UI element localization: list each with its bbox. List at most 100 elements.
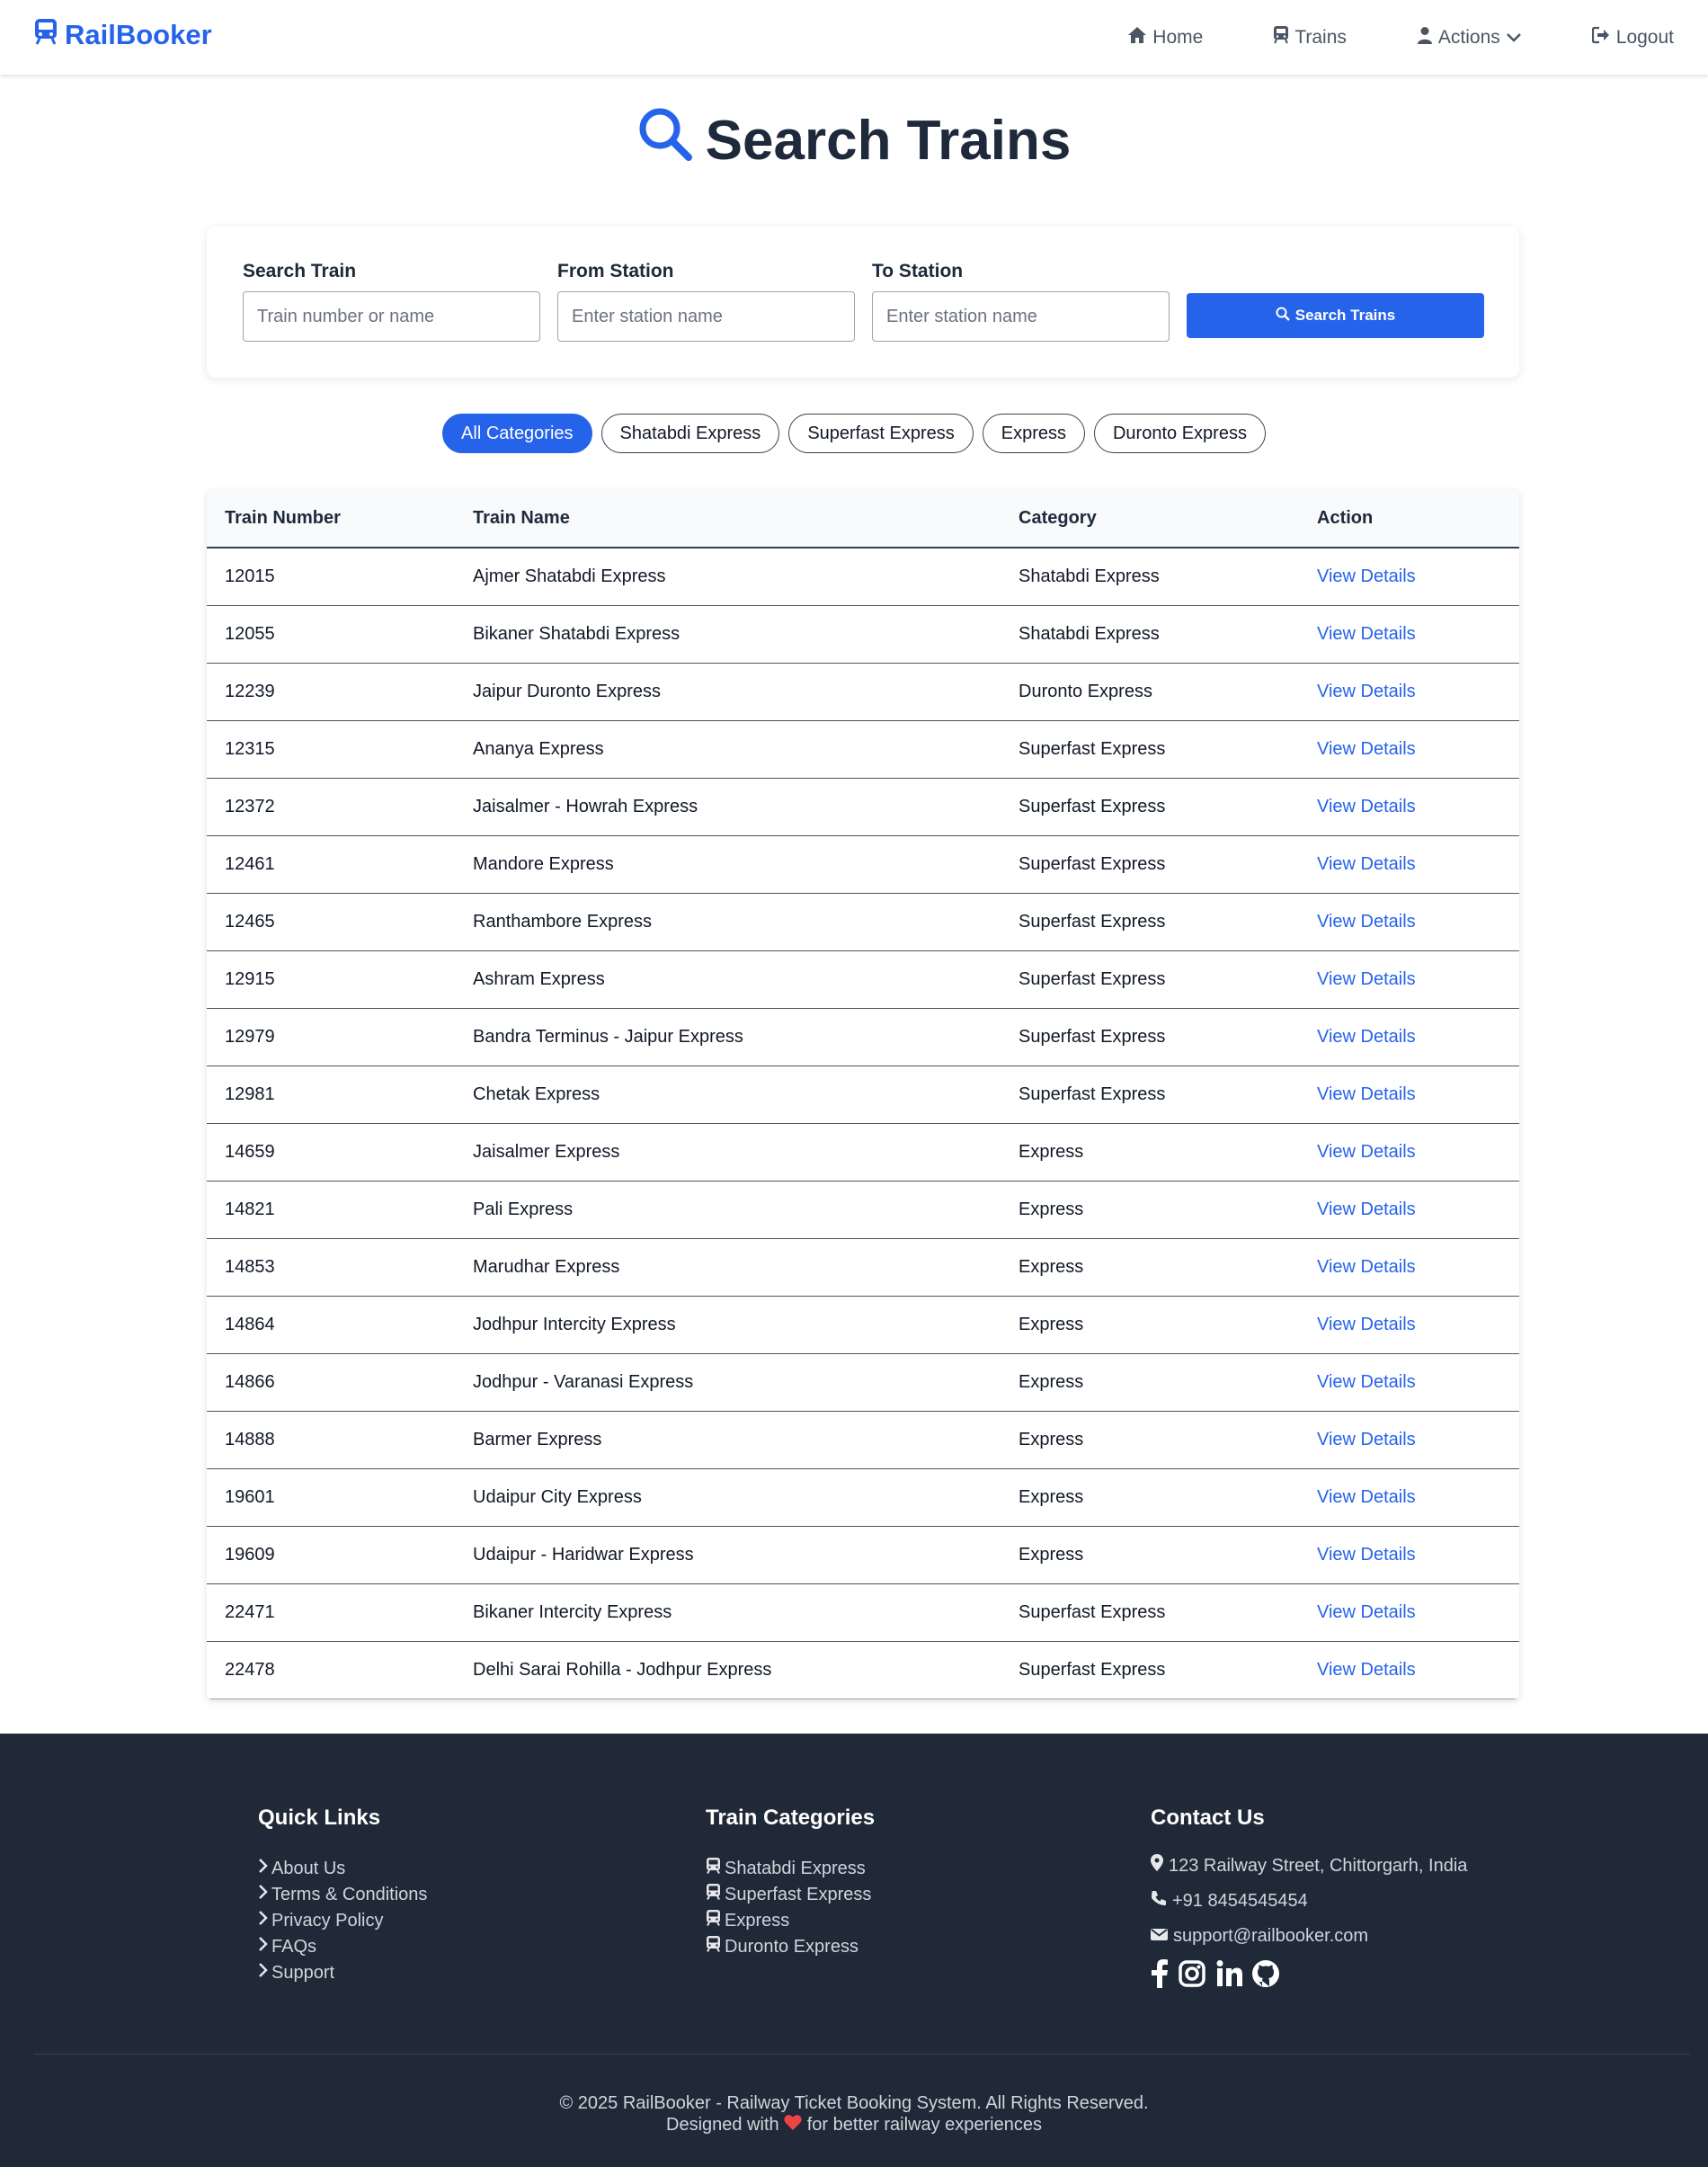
footer-category-label: Superfast Express — [725, 1885, 872, 1904]
footer-quick-links: Quick Links About Us Terms & Conditions Pr… — [258, 1806, 427, 1986]
table-row: 14821 Pali Express Express View Details — [207, 1181, 1519, 1239]
train-category-cell: Express — [1001, 1238, 1299, 1297]
footer-link-faqs[interactable]: FAQs — [258, 1934, 427, 1960]
train-category-cell: Superfast Express — [1001, 835, 1299, 894]
footer-category-express[interactable]: Express — [706, 1908, 875, 1934]
footer-link-privacy-policy[interactable]: Privacy Policy — [258, 1908, 427, 1934]
view-details-link[interactable]: View Details — [1317, 969, 1416, 989]
view-details-link[interactable]: View Details — [1317, 1315, 1416, 1334]
view-details-link[interactable]: View Details — [1317, 1430, 1416, 1449]
footer-category-label: Shatabdi Express — [725, 1859, 866, 1878]
action-cell: View Details — [1299, 605, 1519, 664]
table-header-row: Train Number Train Name Category Action — [207, 490, 1519, 548]
action-cell: View Details — [1299, 1238, 1519, 1297]
view-details-link[interactable]: View Details — [1317, 797, 1416, 816]
footer-category-shatabdi-express[interactable]: Shatabdi Express — [706, 1856, 875, 1882]
view-details-link[interactable]: View Details — [1317, 1602, 1416, 1622]
category-chip-express[interactable]: Express — [982, 414, 1085, 453]
to-station-field: To Station — [872, 261, 1170, 342]
to-station-input[interactable] — [872, 291, 1170, 342]
train-category-cell: Shatabdi Express — [1001, 605, 1299, 664]
brand-logo[interactable]: RailBooker — [34, 18, 212, 52]
table-row: 14888 Barmer Express Express View Details — [207, 1411, 1519, 1469]
category-chip-superfast-express[interactable]: Superfast Express — [788, 414, 974, 453]
train-name-cell: Udaipur City Express — [455, 1468, 1001, 1527]
navbar: RailBooker Home Trains Actions Logout — [0, 0, 1708, 75]
train-name-cell: Ashram Express — [455, 950, 1001, 1009]
train-category-cell: Express — [1001, 1353, 1299, 1412]
phone-icon — [1151, 1884, 1167, 1919]
train-number-cell: 12465 — [207, 893, 455, 951]
train-name-cell: Mandore Express — [455, 835, 1001, 894]
train-icon — [34, 18, 58, 52]
train-icon — [706, 1882, 721, 1908]
view-details-link[interactable]: View Details — [1317, 1660, 1416, 1680]
nav-home[interactable]: Home — [1127, 26, 1203, 49]
view-details-link[interactable]: View Details — [1317, 624, 1416, 644]
view-details-link[interactable]: View Details — [1317, 1487, 1416, 1507]
train-category-cell: Express — [1001, 1296, 1299, 1354]
header-category: Category — [1001, 490, 1299, 548]
view-details-link[interactable]: View Details — [1317, 1545, 1416, 1565]
train-category-cell: Express — [1001, 1181, 1299, 1239]
nav-logout[interactable]: Logout — [1591, 26, 1674, 49]
linkedin-icon[interactable] — [1215, 1959, 1242, 1993]
view-details-link[interactable]: View Details — [1317, 1372, 1416, 1392]
action-cell: View Details — [1299, 1066, 1519, 1124]
view-details-link[interactable]: View Details — [1317, 1142, 1416, 1162]
facebook-icon[interactable] — [1151, 1959, 1169, 1993]
table-row: 12015 Ajmer Shatabdi Express Shatabdi Expr… — [207, 548, 1519, 606]
view-details-link[interactable]: View Details — [1317, 739, 1416, 759]
category-chip-duronto-express[interactable]: Duronto Express — [1093, 414, 1266, 453]
train-name-cell: Marudhar Express — [455, 1238, 1001, 1297]
view-details-link[interactable]: View Details — [1317, 682, 1416, 701]
social-links — [1151, 1959, 1467, 1993]
footer-link-about-us[interactable]: About Us — [258, 1856, 427, 1882]
chevron-right-icon — [258, 1960, 268, 1986]
train-icon — [706, 1934, 721, 1960]
github-icon[interactable] — [1251, 1959, 1280, 1993]
table-row: 12981 Chetak Express Superfast Express View… — [207, 1066, 1519, 1124]
footer-link-terms-conditions[interactable]: Terms & Conditions — [258, 1882, 427, 1908]
chevron-right-icon — [258, 1856, 268, 1882]
footer-link-support[interactable]: Support — [258, 1960, 427, 1986]
footer-category-superfast-express[interactable]: Superfast Express — [706, 1882, 875, 1908]
train-number-cell: 14866 — [207, 1353, 455, 1412]
instagram-icon[interactable] — [1178, 1959, 1206, 1993]
footer-category-duronto-express[interactable]: Duronto Express — [706, 1934, 875, 1960]
nav-trains[interactable]: Trains — [1273, 25, 1347, 49]
category-chip-all-categories[interactable]: All Categories — [442, 414, 592, 453]
train-category-cell: Superfast Express — [1001, 1641, 1299, 1699]
train-category-cell: Superfast Express — [1001, 778, 1299, 836]
chevron-right-icon — [258, 1908, 268, 1934]
table-row: 12461 Mandore Express Superfast Express Vie… — [207, 835, 1519, 894]
action-cell: View Details — [1299, 893, 1519, 951]
search-train-input[interactable] — [243, 291, 540, 342]
view-details-link[interactable]: View Details — [1317, 1027, 1416, 1047]
search-trains-button[interactable]: Search Trains — [1187, 293, 1484, 338]
view-details-link[interactable]: View Details — [1317, 1084, 1416, 1104]
footer-divider — [34, 2054, 1690, 2055]
page-title: Search Trains — [0, 106, 1708, 175]
train-category-cell: Express — [1001, 1411, 1299, 1469]
user-icon — [1417, 26, 1433, 49]
category-chip-shatabdi-express[interactable]: Shatabdi Express — [600, 414, 780, 453]
train-name-cell: Jaipur Duronto Express — [455, 663, 1001, 721]
table-row: 12372 Jaisalmer - Howrah Express Superfast… — [207, 778, 1519, 836]
view-details-link[interactable]: View Details — [1317, 854, 1416, 874]
search-icon — [1276, 307, 1290, 325]
train-category-cell: Express — [1001, 1123, 1299, 1182]
view-details-link[interactable]: View Details — [1317, 566, 1416, 586]
view-details-link[interactable]: View Details — [1317, 1199, 1416, 1219]
table-row: 12239 Jaipur Duronto Express Duronto Expre… — [207, 663, 1519, 721]
nav-actions-dropdown[interactable]: Actions — [1417, 26, 1522, 49]
train-number-cell: 14853 — [207, 1238, 455, 1297]
train-name-cell: Bandra Terminus - Jaipur Express — [455, 1008, 1001, 1066]
from-station-input[interactable] — [557, 291, 855, 342]
home-icon — [1127, 26, 1147, 49]
view-details-link[interactable]: View Details — [1317, 912, 1416, 932]
train-name-cell: Bikaner Intercity Express — [455, 1583, 1001, 1642]
view-details-link[interactable]: View Details — [1317, 1257, 1416, 1277]
train-number-cell: 22478 — [207, 1641, 455, 1699]
contact-email: support@railbooker.com — [1151, 1919, 1467, 1954]
